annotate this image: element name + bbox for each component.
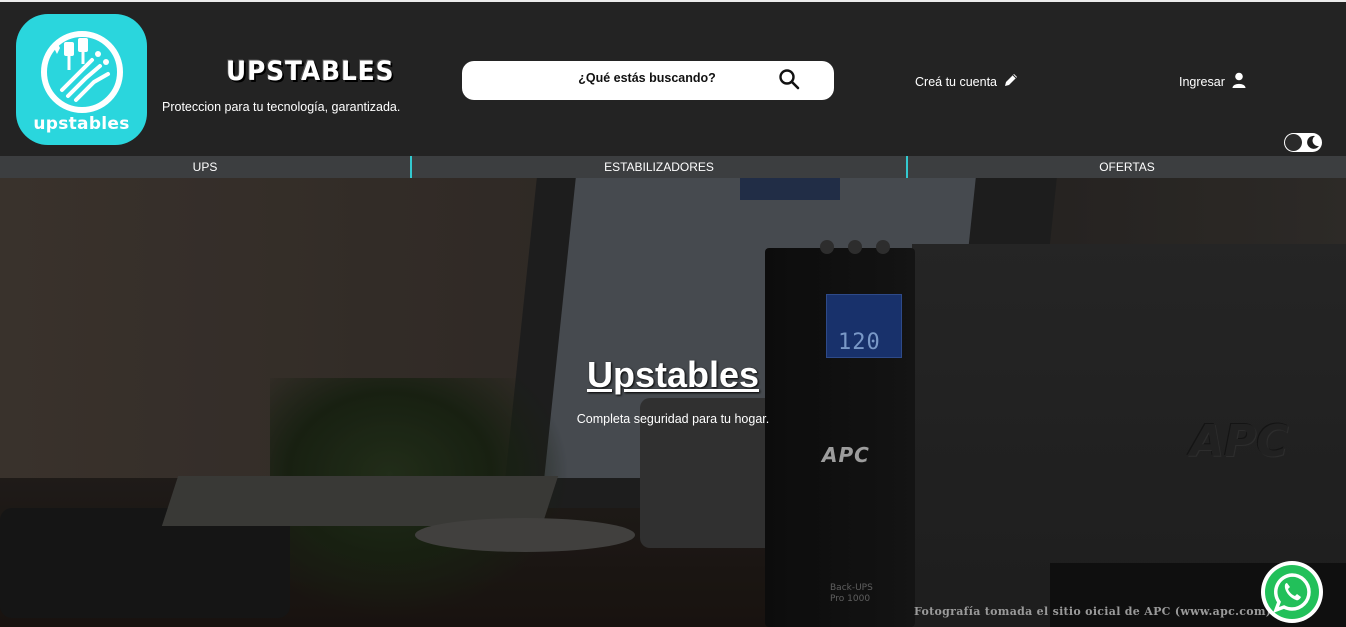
nav-item-ups[interactable]: UPS [0,156,412,178]
logo[interactable]: upstables [16,14,147,145]
whatsapp-icon [1265,565,1319,619]
main-nav: UPS ESTABILIZADORES OFERTAS [0,156,1346,178]
pencil-icon [1003,72,1019,91]
create-account-label: Creá tu cuenta [915,74,997,89]
whatsapp-button[interactable] [1261,561,1323,623]
logo-circuit-icon [41,31,123,113]
logo-text: upstables [33,114,130,134]
hero-overlay [0,178,1346,627]
login-label: Ingresar [1179,74,1225,89]
brand-tagline: Proteccion para tu tecnología, garantiza… [162,100,401,114]
toggle-knob [1285,134,1302,151]
create-account-link[interactable]: Creá tu cuenta [915,72,1019,91]
search-icon[interactable] [778,68,800,90]
hero-title[interactable]: Upstables [0,354,1346,396]
search-bar [462,61,834,100]
theme-toggle[interactable] [1284,133,1322,152]
site-header: upstables UPSTABLES Proteccion para tu t… [0,0,1346,156]
search-input[interactable] [522,71,772,85]
login-link[interactable]: Ingresar [1179,72,1246,91]
nav-item-estabilizadores[interactable]: ESTABILIZADORES [412,156,908,178]
photo-credit: Fotografía tomada el sitio oicial de APC… [914,605,1272,618]
user-icon [1232,72,1246,91]
brand-title: UPSTABLES [226,56,395,87]
nav-item-ofertas[interactable]: OFERTAS [908,156,1346,178]
moon-icon [1305,135,1320,155]
hero-banner: 120 APC APC Back-UPS Pro 1000 Upstables … [0,178,1346,627]
hero-subtitle: Completa seguridad para tu hogar. [576,412,770,426]
